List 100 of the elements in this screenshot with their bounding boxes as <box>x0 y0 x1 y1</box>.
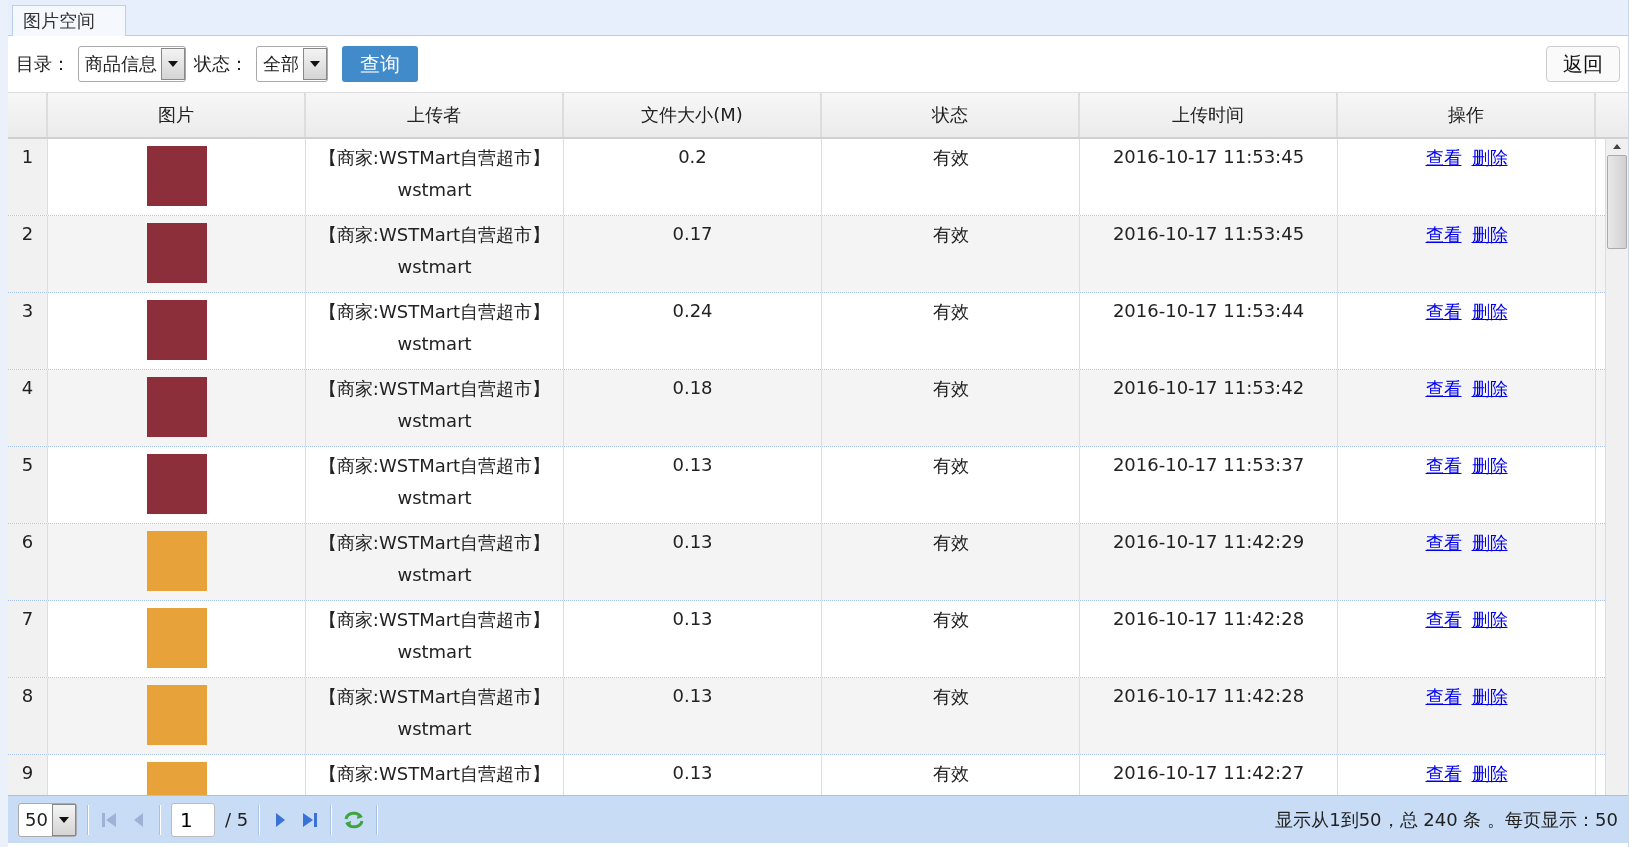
upload-time: 2016-10-17 11:42:29 <box>1112 531 1305 552</box>
status-text: 有效 <box>932 608 969 632</box>
row-number: 1 <box>21 146 34 167</box>
upload-time: 2016-10-17 11:42:27 <box>1112 762 1305 783</box>
delete-link[interactable]: 删除 <box>1471 377 1508 401</box>
uploader-text: 【商家:WSTMart自营超市】 <box>318 300 551 324</box>
photo-placeholder <box>146 146 207 206</box>
view-link[interactable]: 查看 <box>1425 223 1462 247</box>
delete-link[interactable]: 删除 <box>1471 531 1508 555</box>
photo-placeholder <box>146 300 207 360</box>
view-link[interactable]: 查看 <box>1425 454 1462 478</box>
uploader-text: 【商家:WSTMart自营超市】 <box>318 146 551 170</box>
file-size: 0.24 <box>672 300 713 321</box>
status-text: 有效 <box>932 377 969 401</box>
view-link[interactable]: 查看 <box>1425 608 1462 632</box>
status-text: 有效 <box>932 454 969 478</box>
row-number: 8 <box>21 685 34 706</box>
filter-dropdown[interactable]: 全部 <box>256 46 328 82</box>
file-size: 0.13 <box>672 454 713 475</box>
file-size: 0.13 <box>672 531 713 552</box>
upload-time: 2016-10-17 11:53:45 <box>1112 223 1305 244</box>
delete-link[interactable]: 删除 <box>1471 685 1508 709</box>
uploader-text: 【商家:WSTMart自营超市】 <box>318 762 551 786</box>
pagination-summary: 显示从1到50，总 240 条 。每页显示：50 <box>1275 807 1618 832</box>
view-link[interactable]: 查看 <box>1425 531 1462 555</box>
uploader-text: wstmart <box>397 564 472 585</box>
column-header: 状态 <box>822 93 1080 137</box>
upload-time: 2016-10-17 11:53:44 <box>1112 300 1305 321</box>
status-text: 有效 <box>932 223 969 247</box>
upload-time: 2016-10-17 11:42:28 <box>1112 685 1305 706</box>
status-text: 有效 <box>932 531 969 555</box>
status-text: 有效 <box>932 146 969 170</box>
view-link[interactable]: 查看 <box>1425 762 1462 786</box>
uploader-text: 【商家:WSTMart自营超市】 <box>318 608 551 632</box>
upload-time: 2016-10-17 11:53:42 <box>1112 377 1305 398</box>
scrollbar-thumb[interactable] <box>1607 155 1627 249</box>
uploader-text: 【商家:WSTMart自营超市】 <box>318 223 551 247</box>
filter-dropdown[interactable]: 商品信息 <box>78 46 186 82</box>
delete-link[interactable]: 删除 <box>1471 762 1508 786</box>
uploader-text: wstmart <box>397 410 472 431</box>
uploader-text: wstmart <box>397 179 472 200</box>
view-link[interactable]: 查看 <box>1425 685 1462 709</box>
row-number: 5 <box>21 454 34 475</box>
view-link[interactable]: 查看 <box>1425 146 1462 170</box>
column-header: 文件大小(M) <box>564 93 822 137</box>
file-size: 0.18 <box>672 377 713 398</box>
photo-placeholder <box>146 223 207 283</box>
photo-placeholder <box>146 608 207 668</box>
scrollbar[interactable] <box>1605 139 1628 795</box>
status-text: 有效 <box>932 300 969 324</box>
upload-time: 2016-10-17 11:53:37 <box>1112 454 1305 475</box>
column-header: 上传者 <box>306 93 564 137</box>
filter-label: 状态： <box>194 52 248 76</box>
photo-placeholder <box>146 454 207 514</box>
file-size: 0.13 <box>672 608 713 629</box>
view-link[interactable]: 查看 <box>1425 300 1462 324</box>
file-size: 0.2 <box>678 146 707 167</box>
filter-label: 目录： <box>16 52 70 76</box>
row-number: 4 <box>21 377 34 398</box>
status-text: 有效 <box>932 685 969 709</box>
row-number: 7 <box>21 608 34 629</box>
upload-time: 2016-10-17 11:42:28 <box>1112 608 1305 629</box>
delete-link[interactable]: 删除 <box>1471 300 1508 324</box>
caret-icon <box>310 61 320 67</box>
query-button[interactable]: 查询 <box>342 46 418 82</box>
uploader-text: wstmart <box>397 487 472 508</box>
column-header: 上传时间 <box>1080 93 1338 137</box>
delete-link[interactable]: 删除 <box>1471 146 1508 170</box>
upload-time: 2016-10-17 11:53:45 <box>1112 146 1305 167</box>
row-number: 9 <box>21 762 34 783</box>
page-size-dropdown[interactable]: 50 <box>18 802 77 837</box>
row-number: 3 <box>21 300 34 321</box>
uploader-text: 【商家:WSTMart自营超市】 <box>318 377 551 401</box>
caret-icon <box>58 816 69 823</box>
delete-link[interactable]: 删除 <box>1471 223 1508 247</box>
delete-link[interactable]: 删除 <box>1471 608 1508 632</box>
file-size: 0.17 <box>672 223 713 244</box>
page-input[interactable]: 1 <box>170 802 215 837</box>
row-number: 6 <box>21 531 34 552</box>
uploader-text: 【商家:WSTMart自营超市】 <box>318 685 551 709</box>
file-size: 0.13 <box>672 762 713 783</box>
row-number: 2 <box>21 223 34 244</box>
uploader-text: wstmart <box>397 641 472 662</box>
status-text: 有效 <box>932 762 969 786</box>
uploader-text: wstmart <box>397 333 472 354</box>
column-header: 操作 <box>1338 93 1596 137</box>
file-size: 0.13 <box>672 685 713 706</box>
view-link[interactable]: 查看 <box>1425 377 1462 401</box>
column-header: 图片 <box>48 93 306 137</box>
photo-placeholder <box>146 531 207 591</box>
uploader-text: wstmart <box>397 718 472 739</box>
page-tab[interactable]: 图片空间 <box>12 5 126 36</box>
delete-link[interactable]: 删除 <box>1471 454 1508 478</box>
photo-placeholder <box>146 685 207 745</box>
back-button[interactable]: 返回 <box>1546 46 1620 82</box>
photo-placeholder <box>146 377 207 437</box>
total-pages: / 5 <box>224 809 249 830</box>
caret-icon <box>168 61 178 67</box>
uploader-text: wstmart <box>397 256 472 277</box>
uploader-text: 【商家:WSTMart自营超市】 <box>318 531 551 555</box>
